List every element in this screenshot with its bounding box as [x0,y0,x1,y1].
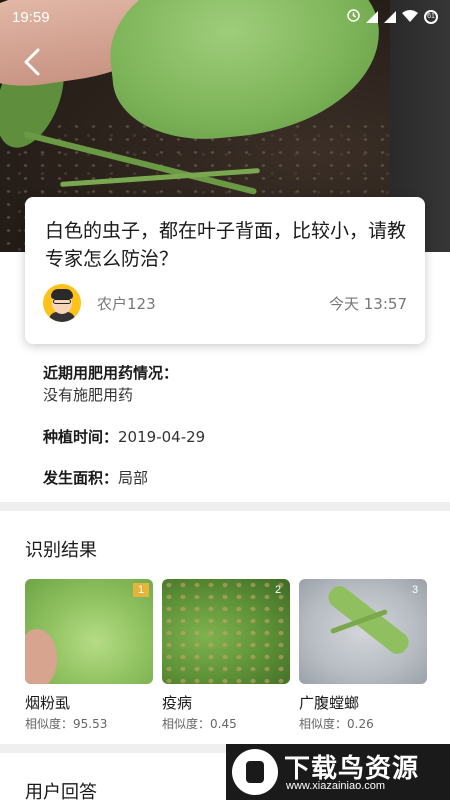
question-title: 白色的虫子，都在叶子背面，比较小，请教专家怎么防治？ [45,220,407,270]
back-arrow-icon [24,48,40,76]
rank-badge: 1 [133,583,149,597]
result-name: 疫病 [162,694,193,712]
result-image[interactable]: 1 [25,579,153,684]
signal-icon [366,11,378,23]
result-card[interactable]: 1 烟粉虱 相似度：95.53 [25,579,153,732]
clock-icon [347,9,360,25]
fertilizer-value: 没有施肥用药 [43,386,134,404]
status-icons: 61 [347,9,438,25]
fertilizer-label: 近期用肥用药情况： [43,364,179,382]
avatar[interactable] [43,284,81,322]
status-time: 19:59 [12,8,50,26]
back-button[interactable] [18,44,48,80]
plant-time-label: 种植时间： [43,428,119,446]
result-image[interactable]: 2 [162,579,290,684]
rank-badge: 2 [274,584,282,596]
status-bar: 19:59 61 [0,0,450,34]
result-similarity: 相似度：95.53 [25,717,108,731]
plant-time-value: 2019-04-29 [118,428,206,446]
question-meta: 农户123 今天 13:57 [43,284,407,322]
watermark-url: www.xiazainiao.com [286,780,386,792]
section-divider [0,502,450,511]
result-card[interactable]: 2 疫病 相似度：0.45 [162,579,290,732]
answers-title: 用户回答 [25,782,97,800]
wifi-icon [402,9,418,25]
battery-icon: 61 [424,10,438,24]
result-name: 烟粉虱 [25,694,71,712]
area-value: 局部 [118,469,149,487]
result-image[interactable]: 3 [299,579,427,684]
result-similarity: 相似度：0.45 [162,717,237,731]
signal-icon [384,11,396,23]
rank-badge: 3 [411,584,419,596]
area-label: 发生面积： [43,469,119,487]
results-list: 1 烟粉虱 相似度：95.53 2 疫病 相似度：0.45 3 广腹螳螂 相似度… [25,579,427,732]
result-name: 广腹螳螂 [299,694,360,712]
question-card: 白色的虫子，都在叶子背面，比较小，请教专家怎么防治？ 农户123 今天 13:5… [25,197,425,344]
watermark-logo: 下载鸟资源 www.xiazainiao.com [226,744,450,800]
question-time: 今天 13:57 [329,294,407,313]
results-title: 识别结果 [25,540,97,561]
result-card[interactable]: 3 广腹螳螂 相似度：0.26 [299,579,427,732]
result-similarity: 相似度：0.26 [299,717,374,731]
user-name[interactable]: 农户123 [97,293,329,314]
bird-logo-icon [232,749,278,795]
